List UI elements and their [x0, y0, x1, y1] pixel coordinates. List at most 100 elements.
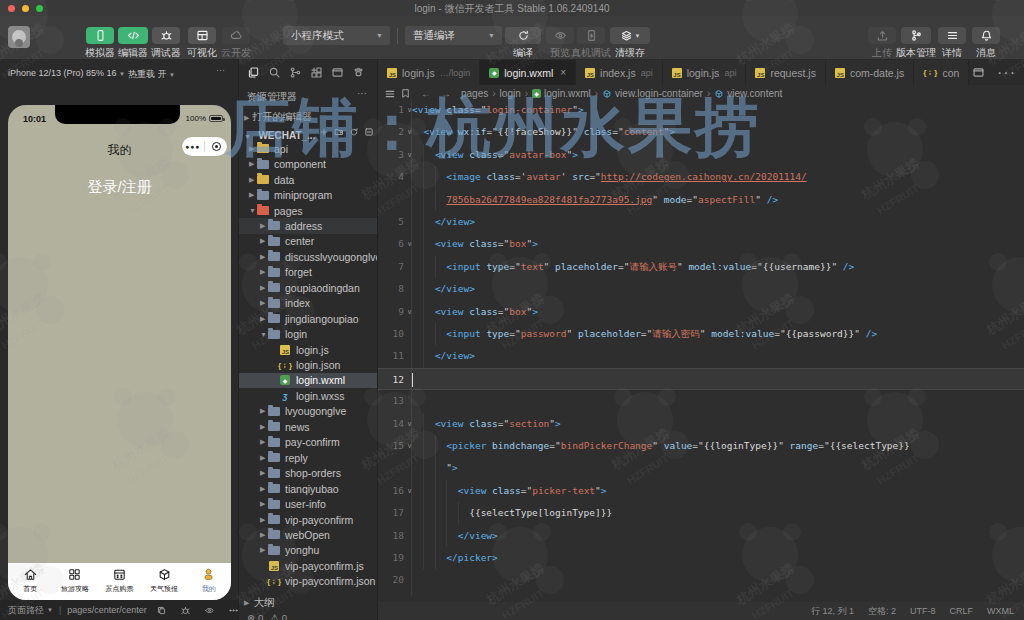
- tree-item-vip-payconfirm.js[interactable]: JSvip-payconfirm.js: [239, 558, 378, 573]
- tree-item-vip-payconfirm.json[interactable]: {﹔}vip-payconfirm.json: [239, 574, 378, 589]
- bell-icon[interactable]: [972, 27, 1000, 44]
- refresh-icon[interactable]: [505, 27, 541, 44]
- tab-label: login.js: [687, 67, 720, 79]
- bug-icon[interactable]: [180, 605, 191, 616]
- tree-item-discusslvyougonglve[interactable]: ▶ discusslvyougonglve: [239, 249, 378, 264]
- wechat-capsule[interactable]: ●●●: [182, 137, 227, 156]
- device-select[interactable]: iPhone 12/13 (Pro) 85% 16 ▼: [8, 68, 125, 78]
- tree-item-jingdiangoupiao[interactable]: ▶jingdiangoupiao: [239, 311, 378, 326]
- code-editor[interactable]: 1∨<view class="login-container">2∨ <view…: [378, 99, 1024, 600]
- code-line: 19 </picker>: [378, 547, 1024, 569]
- branch-icon[interactable]: [901, 27, 931, 44]
- toolbar-button-label: 消息: [961, 46, 1011, 60]
- close-icon[interactable]: ×: [560, 67, 566, 78]
- tree-item-lvyougonglve[interactable]: ▶lvyougonglve: [239, 404, 378, 419]
- status-item[interactable]: CRLF: [949, 606, 973, 616]
- eye-icon[interactable]: [546, 27, 574, 44]
- bug-icon[interactable]: [152, 27, 180, 44]
- tree-item-tianqiyubao[interactable]: ▶tianqiyubao: [239, 481, 378, 496]
- tree-item-user-info[interactable]: ▶user-info: [239, 496, 378, 511]
- line-number: 13: [378, 390, 404, 412]
- dots-icon[interactable]: [228, 605, 238, 616]
- toolbar-button-label: 云开发: [214, 46, 258, 60]
- capsule-close-icon[interactable]: [205, 142, 227, 151]
- status-item[interactable]: WXML: [987, 606, 1014, 616]
- tree-item-login.wxss[interactable]: ʒlogin.wxss: [239, 388, 378, 403]
- problems-counter[interactable]: ⊗0 ⚠0: [239, 611, 378, 620]
- paw-icon[interactable]: [352, 66, 365, 79]
- tree-item-yonghu[interactable]: ▶yonghu: [239, 543, 378, 558]
- user-icon: [201, 567, 216, 582]
- tree-item-data[interactable]: ▶data: [239, 172, 378, 187]
- tabbar-item-首页[interactable]: 首页: [8, 563, 53, 600]
- tree-item-center[interactable]: ▶center: [239, 234, 378, 249]
- window-icon[interactable]: [331, 66, 344, 79]
- cloud-icon[interactable]: [222, 27, 250, 44]
- tab-more-icon[interactable]: ···: [997, 64, 1016, 82]
- tree-item-webOpen[interactable]: ▶webOpen: [239, 527, 378, 542]
- editor-tab-con[interactable]: {﹔}con: [914, 60, 969, 85]
- folder-icon: [268, 221, 280, 230]
- tree-item-reply[interactable]: ▶reply: [239, 450, 378, 465]
- folder-icon: [268, 500, 280, 509]
- upload-icon[interactable]: [868, 27, 896, 44]
- editor-tab-login.js[interactable]: JSlogin.jsapi: [663, 60, 747, 85]
- files-icon[interactable]: [247, 66, 260, 79]
- device-icon[interactable]: [577, 27, 605, 44]
- tree-item-login[interactable]: ▼login: [239, 326, 378, 341]
- hot-reload-toggle[interactable]: 热重载 开 ▼: [128, 68, 175, 81]
- user-avatar[interactable]: [8, 26, 30, 48]
- editor-tab-index.js[interactable]: JSindex.jsapi: [576, 60, 663, 85]
- tree-item-news[interactable]: ▶news: [239, 419, 378, 434]
- tree-item-pay-confirm[interactable]: ▶pay-confirm: [239, 435, 378, 450]
- compile-select[interactable]: 普通编译▼: [405, 26, 502, 45]
- simulator-menu-dots[interactable]: ···: [216, 65, 225, 75]
- split-editor-icon[interactable]: [972, 66, 985, 79]
- tree-item-label: tianqiyubao: [285, 483, 339, 495]
- page-path-label[interactable]: 页面路径: [8, 604, 44, 617]
- status-item[interactable]: UTF-8: [910, 606, 936, 616]
- capsule-menu-icon[interactable]: ●●●: [182, 143, 204, 150]
- js-file-icon: JS: [387, 68, 397, 78]
- code-icon[interactable]: [118, 27, 148, 44]
- editor-tab-login.wxml[interactable]: ◆login.wxml×: [480, 60, 576, 85]
- tree-item-address[interactable]: ▶address: [239, 218, 378, 233]
- status-item[interactable]: 行 12, 列 1: [811, 605, 854, 618]
- copy-icon[interactable]: [156, 605, 167, 616]
- extensions-icon[interactable]: [310, 66, 323, 79]
- tree-item-login.js[interactable]: JSlogin.js: [239, 342, 378, 357]
- search-icon[interactable]: [268, 66, 281, 79]
- phone-icon[interactable]: [86, 27, 114, 44]
- tree-item-pages[interactable]: ▼pages: [239, 203, 378, 218]
- tabbar-item-旅游攻略[interactable]: 旅游攻略: [53, 563, 98, 600]
- status-item[interactable]: 空格: 2: [868, 605, 896, 618]
- tree-item-miniprogram[interactable]: ▶miniprogram: [239, 187, 378, 202]
- tree-item-login.json[interactable]: {﹔}login.json: [239, 357, 378, 372]
- error-icon: ⊗: [247, 612, 255, 620]
- layers-icon[interactable]: ▼: [610, 27, 650, 44]
- layout-icon[interactable]: [188, 27, 216, 44]
- mode-select[interactable]: 小程序模式▼: [283, 26, 390, 45]
- tree-item-label: data: [274, 174, 294, 186]
- tabbar-item-景点购票[interactable]: 景点购票: [97, 563, 142, 600]
- tree-item-forget[interactable]: ▶forget: [239, 265, 378, 280]
- details-icon[interactable]: [938, 27, 966, 44]
- simulator-panel: iPhone 12/13 (Pro) 85% 16 ▼ 热重载 开 ▼ ··· …: [0, 60, 238, 620]
- tree-item-shop-orders[interactable]: ▶shop-orders: [239, 465, 378, 480]
- editor-tab-login.js[interactable]: JSlogin.js…/login: [378, 60, 480, 85]
- tree-item-login.wxml[interactable]: ◆login.wxml: [239, 373, 378, 388]
- tree-item-vip-payconfirm[interactable]: ▶vip-payconfirm: [239, 512, 378, 527]
- login-register-link[interactable]: 登录/注册: [8, 178, 231, 197]
- tabbar-item-我的[interactable]: 我的: [186, 563, 231, 600]
- editor-tab-com-date.js[interactable]: JScom-date.js: [826, 60, 914, 85]
- tree-item-label: discusslvyougonglve: [285, 251, 378, 263]
- tree-item-goupiaodingdan[interactable]: ▶goupiaodingdan: [239, 280, 378, 295]
- editor-tab-request.js[interactable]: JSrequest.js: [746, 60, 826, 85]
- chevron-icon: ▶: [260, 253, 268, 261]
- outline-section[interactable]: ▶大纲: [239, 596, 378, 610]
- tree-item-index[interactable]: ▶index: [239, 296, 378, 311]
- page-path-value[interactable]: pages/center/center: [67, 605, 147, 615]
- eye2-icon[interactable]: [204, 605, 215, 616]
- git-icon[interactable]: [289, 66, 302, 79]
- tabbar-item-天气预报[interactable]: 天气预报: [142, 563, 187, 600]
